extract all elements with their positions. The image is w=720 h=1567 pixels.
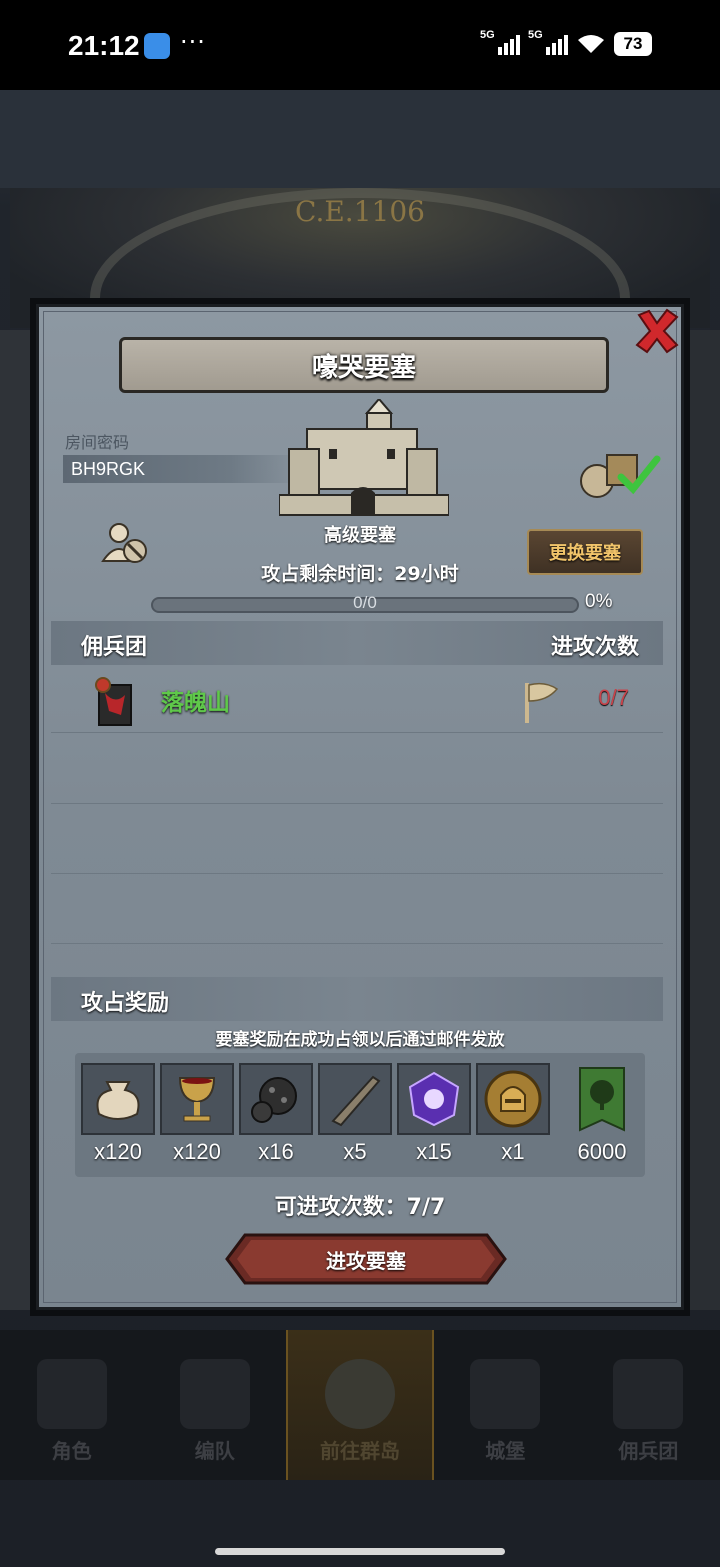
attack-count-header: 进攻次数 <box>550 635 639 660</box>
reward-note: 要塞奖励在成功占领以后通过邮件发放 <box>215 1030 505 1050</box>
attempts-remaining: 可进攻次数：7/7 <box>274 1195 446 1220</box>
reward-section-header: 攻占奖励 <box>51 977 663 1021</box>
helmet-medal-icon <box>476 1063 550 1135</box>
helmet-icon <box>179 1359 250 1429</box>
empty-row-divider <box>51 873 663 874</box>
title-banner: 嚎哭要塞 <box>119 337 609 393</box>
home-indicator[interactable] <box>215 1548 505 1555</box>
reward-item[interactable]: x120 <box>81 1063 155 1165</box>
purple-crystal-icon <box>397 1063 471 1135</box>
mercenary-attack-count: 0/7 <box>598 685 629 710</box>
reward-qty: x5 <box>343 1139 367 1164</box>
nav-formation[interactable]: 编队 <box>143 1330 286 1480</box>
room-code[interactable]: BH9RGK <box>63 455 303 483</box>
mercenary-icon <box>613 1359 684 1429</box>
reward-qty: x120 <box>173 1139 221 1164</box>
mercenary-section-header: 佣兵团 进攻次数 <box>51 621 663 665</box>
reward-qty: 6000 <box>577 1139 627 1164</box>
attack-button-label: 进攻要塞 <box>326 1249 406 1273</box>
reward-item[interactable]: x1 <box>476 1063 550 1165</box>
empty-row-divider <box>51 943 663 944</box>
capture-progress-bar: 0/0 <box>151 593 579 613</box>
attack-fortress-button[interactable]: 进攻要塞 <box>225 1233 507 1285</box>
clock: 21:12 <box>68 30 140 61</box>
signal-label: 5G <box>528 29 543 41</box>
time-remaining: 攻占剩余时间：29小时 <box>261 563 459 585</box>
nav-label: 佣兵团 <box>618 1439 679 1463</box>
wifi-icon <box>578 35 604 53</box>
mercenary-row[interactable]: 落魄山 0/7 <box>51 667 663 733</box>
battery-icon: 73 <box>614 32 652 56</box>
reward-qty: x1 <box>501 1139 525 1164</box>
capture-progress-text: 0/0 <box>353 593 377 612</box>
top-band <box>0 90 720 188</box>
coin-sack-icon <box>81 1063 155 1135</box>
guild-banner-icon <box>565 1063 639 1135</box>
nav-label: 角色 <box>51 1439 92 1463</box>
nav-label: 城堡 <box>485 1439 526 1463</box>
reward-qty: x120 <box>94 1139 142 1164</box>
goblet-icon <box>160 1063 234 1135</box>
signal-icon: 5G <box>480 29 520 55</box>
reward-item[interactable]: x120 <box>160 1063 234 1165</box>
reward-item[interactable]: x15 <box>397 1063 471 1165</box>
mercenary-name: 落魄山 <box>161 690 230 716</box>
guild-banner-icon <box>95 677 132 726</box>
room-code-label: 房间密码 <box>65 433 130 452</box>
nav-islands[interactable]: 前往群岛 <box>286 1330 434 1480</box>
horn-icon <box>318 1063 392 1135</box>
mercenary-header: 佣兵团 <box>81 635 148 660</box>
bottom-nav: 角色 编队 前往群岛 城堡 佣兵团 <box>0 1330 720 1480</box>
castle-icon <box>470 1359 541 1429</box>
castle-icon <box>279 399 449 516</box>
status-bar: 21:12 ··· 5G 5G 73 <box>0 0 720 90</box>
era-label: C.E.1106 <box>295 195 425 228</box>
flag-icon <box>525 682 559 723</box>
reward-qty: x15 <box>416 1139 452 1164</box>
signal-label: 5G <box>480 29 495 41</box>
nav-label: 编队 <box>194 1439 235 1463</box>
capture-progress-percent: 0% <box>585 591 613 612</box>
empty-row-divider <box>51 803 663 804</box>
close-button[interactable] <box>627 301 687 361</box>
reward-item[interactable]: x16 <box>239 1063 313 1165</box>
close-icon <box>635 308 679 354</box>
app-notification-icon <box>144 33 170 59</box>
fortress-modal: 嚎哭要塞 房间密码 BH9RGK 高级要塞 更换要塞 攻占剩余时间：29小时 0… <box>30 298 690 1316</box>
island-icon <box>325 1359 395 1429</box>
more-notifications-icon: ··· <box>180 28 206 56</box>
reward-panel: x120 x120 x16 x5 x15 x1 6000 <box>75 1053 645 1177</box>
fortress-title: 嚎哭要塞 <box>311 352 416 383</box>
fortress-panel: 嚎哭要塞 房间密码 BH9RGK 高级要塞 更换要塞 攻占剩余时间：29小时 0… <box>36 304 684 1310</box>
nav-character[interactable]: 角色 <box>0 1330 143 1480</box>
ore-icon <box>239 1063 313 1135</box>
nav-mercenary[interactable]: 佣兵团 <box>577 1330 720 1480</box>
reward-item[interactable]: 6000 <box>565 1063 639 1165</box>
knight-icon <box>36 1359 107 1429</box>
nav-label: 前往群岛 <box>320 1439 400 1463</box>
reward-header: 攻占奖励 <box>81 991 170 1016</box>
reward-item[interactable]: x5 <box>318 1063 392 1165</box>
loot-claimed-icon <box>580 454 661 498</box>
reward-qty: x16 <box>258 1139 294 1164</box>
nav-castle[interactable]: 城堡 <box>434 1330 577 1480</box>
signal-icon: 5G <box>528 29 568 55</box>
